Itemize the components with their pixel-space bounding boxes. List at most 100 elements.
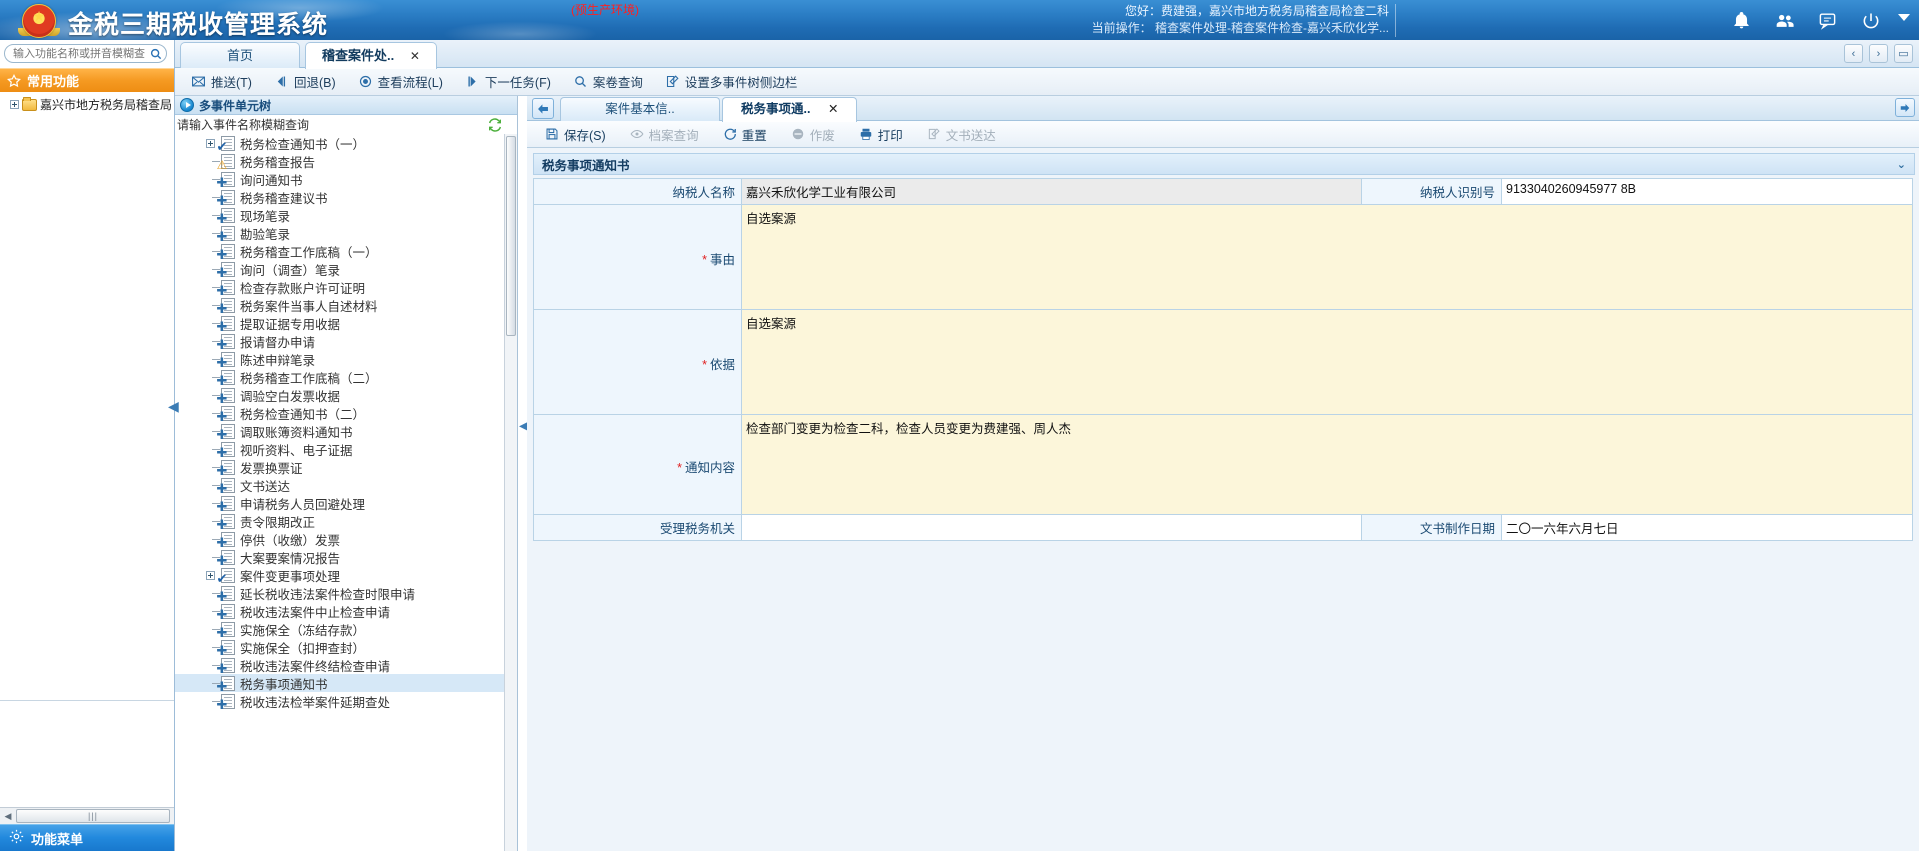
power-icon[interactable] (1854, 4, 1887, 37)
inner-tab-case-basic-info[interactable]: 案件基本信.. (560, 97, 720, 121)
tree-item[interactable]: ✚ 询问通知书 (175, 170, 505, 189)
gear-icon (8, 828, 25, 848)
search-icon[interactable] (149, 47, 163, 61)
tree-item-label: 税收违法案件中止检查申请 (240, 605, 391, 620)
users-icon[interactable] (1768, 4, 1801, 37)
tree-item[interactable]: ✚ 提取证据专用收据 (175, 314, 505, 333)
tree-item[interactable]: ✚ 停供（收缴）发票 (175, 530, 505, 549)
next-icon[interactable]: › (1869, 44, 1888, 63)
push-button[interactable]: 推送(T) (181, 71, 262, 93)
bell-icon[interactable] (1725, 4, 1758, 37)
scrollbar-thumb[interactable]: ||| (16, 809, 170, 823)
expand-icon[interactable] (10, 100, 19, 109)
tab-case-processing[interactable]: 稽查案件处.. ✕ (305, 42, 437, 69)
tree-item[interactable]: ✔ 税务检查通知书（一） (175, 134, 505, 153)
tree-item[interactable]: ✚ 税务稽查工作底稿（二） (175, 368, 505, 387)
refresh-icon[interactable] (487, 117, 503, 133)
tree-item[interactable]: ✚ 文书送达 (175, 476, 505, 496)
tree-item[interactable]: ✚ 税收违法检举案件延期查处 (175, 692, 505, 711)
reason-value[interactable]: 自选案源 (740, 204, 1914, 310)
expand-icon[interactable] (206, 138, 215, 148)
tree-item-label: 申请税务人员回避处理 (240, 497, 366, 512)
document-icon: ✚ (217, 513, 235, 531)
doc-date-value[interactable]: 二〇一六年六月七日 (1501, 514, 1914, 541)
scrollbar-thumb[interactable] (506, 136, 516, 336)
tree-item[interactable]: ⚠ 税务稽查报告 (175, 152, 505, 171)
expand-panel-icon[interactable] (180, 98, 194, 112)
document-icon: ✚ (217, 189, 235, 207)
tree-item[interactable]: ✚ 税务事项通知书 (175, 674, 505, 693)
message-icon[interactable] (1811, 4, 1844, 37)
tree-item[interactable]: ✚ 实施保全（扣押查封） (175, 638, 505, 657)
plus-badge-icon: ✚ (216, 391, 228, 406)
reset-button[interactable]: 重置 (713, 124, 777, 145)
document-icon: ✚ (217, 351, 235, 369)
tree-item[interactable]: ✚ 税收违法案件中止检查申请 (175, 602, 505, 621)
expand-icon[interactable] (206, 570, 215, 580)
back-arrow-icon[interactable] (532, 98, 554, 119)
tree-item[interactable]: ✚ 检查存款账户许可证明 (175, 278, 505, 297)
tree-item[interactable]: ✚ 责令限期改正 (175, 512, 505, 531)
basis-value[interactable]: 自选案源 (740, 309, 1914, 415)
tree-item[interactable]: ✚ 延长税收违法案件检查时限申请 (175, 584, 505, 603)
tree-search-placeholder[interactable]: 请输入事件名称模糊查询 (175, 115, 517, 134)
tree-item[interactable]: ✚ 实施保全（冻结存款） (175, 620, 505, 639)
function-menu-button[interactable]: 功能菜单 (0, 824, 174, 851)
tree-item[interactable]: ✚ 报请督办申请 (175, 332, 505, 351)
print-button[interactable]: 打印 (849, 124, 913, 145)
collapse-tree-handle[interactable]: ◀ (519, 411, 530, 439)
close-icon[interactable]: ✕ (410, 49, 420, 63)
tree-item[interactable]: ✚ 税务稽查建议书 (175, 188, 505, 207)
tree-item[interactable]: ✚ 税收违法案件终结检查申请 (175, 656, 505, 675)
document-icon: ✔ (217, 135, 235, 153)
case-file-query-button[interactable]: 案卷查询 (563, 71, 653, 93)
table-row: 受理税务机关 文书制作日期 二〇一六年六月七日 (533, 514, 1914, 541)
sidebar-tree-root[interactable]: 嘉兴市地方税务局稽查局 (0, 93, 174, 116)
header-divider (1395, 4, 1396, 37)
taxpayer-id-value[interactable]: 9133040260945977 8B (1501, 178, 1914, 205)
tree-item[interactable]: ✚ 税务案件当事人自述材料 (175, 296, 505, 315)
tree-item[interactable]: ✚ 调验空白发票收据 (175, 386, 505, 406)
tree-item[interactable]: ✚ 发票换票证 (175, 458, 505, 477)
tree-item[interactable]: ✔ 案件变更事项处理 (175, 566, 505, 585)
tab-home[interactable]: 首页 (180, 42, 300, 68)
tree-item[interactable]: ✚ 询问（调查）笔录 (175, 260, 505, 279)
chevron-down-icon[interactable]: ⌄ (1897, 158, 1906, 171)
caret-down-icon[interactable] (1898, 14, 1910, 21)
tree-item[interactable]: ✚ 视听资料、电子证据 (175, 440, 505, 459)
taxpayer-name-value[interactable]: 嘉兴禾欣化学工业有限公司 (740, 178, 1363, 205)
header-icon-group (1725, 4, 1887, 37)
tree-item[interactable]: ✚ 调取账簿资料通知书 (175, 422, 505, 441)
authority-value[interactable] (740, 514, 1363, 541)
tree-item[interactable]: ✚ 现场笔录 (175, 206, 505, 225)
tree-item-label: 税收违法案件终结检查申请 (240, 659, 391, 674)
tree-item[interactable]: ✚ 税务检查通知书（二） (175, 404, 505, 423)
tree-item[interactable]: ✚ 申请税务人员回避处理 (175, 494, 505, 513)
view-flow-button[interactable]: 查看流程(L) (348, 71, 453, 93)
tree-vertical-scrollbar[interactable] (504, 134, 517, 851)
collapse-sidebar-handle[interactable]: ◀ (168, 392, 179, 420)
rollback-button[interactable]: 回退(B) (264, 71, 346, 93)
window-icon[interactable]: ▭ (1894, 44, 1913, 63)
sidebar-horizontal-scrollbar[interactable]: ◀ ||| (0, 807, 174, 824)
next-task-button[interactable]: 下一任务(F) (455, 71, 561, 93)
save-button[interactable]: 保存(S) (535, 124, 616, 145)
table-row: 纳税人名称 嘉兴禾欣化学工业有限公司 纳税人识别号 91330402609459… (533, 178, 1914, 205)
plus-badge-icon: ✚ (216, 481, 228, 496)
tree-item[interactable]: ✚ 税务稽查工作底稿（一） (175, 242, 505, 261)
scroll-left-icon[interactable]: ◀ (0, 811, 16, 822)
tree-item[interactable]: ✚ 陈述申辩笔录 (175, 350, 505, 369)
panel-restore-icon[interactable] (1895, 98, 1915, 117)
notice-value[interactable]: 检查部门变更为检查二科，检查人员变更为费建强、周人杰 (740, 414, 1914, 515)
configure-sidebar-button[interactable]: 设置多事件树侧边栏 (655, 71, 808, 93)
function-search-box[interactable] (4, 44, 167, 63)
tree-item[interactable]: ✚ 大案要案情况报告 (175, 548, 505, 567)
inner-tab-tax-notice[interactable]: 税务事项通.. ✕ (722, 97, 858, 122)
tree-item[interactable]: ✚ 勘验笔录 (175, 224, 505, 243)
document-icon: ✚ (217, 225, 235, 243)
favorites-header[interactable]: 常用功能 (0, 68, 174, 92)
edit-icon (665, 74, 680, 89)
prev-icon[interactable]: ‹ (1844, 44, 1863, 63)
function-search-input[interactable] (13, 46, 148, 61)
close-icon[interactable]: ✕ (828, 102, 838, 116)
